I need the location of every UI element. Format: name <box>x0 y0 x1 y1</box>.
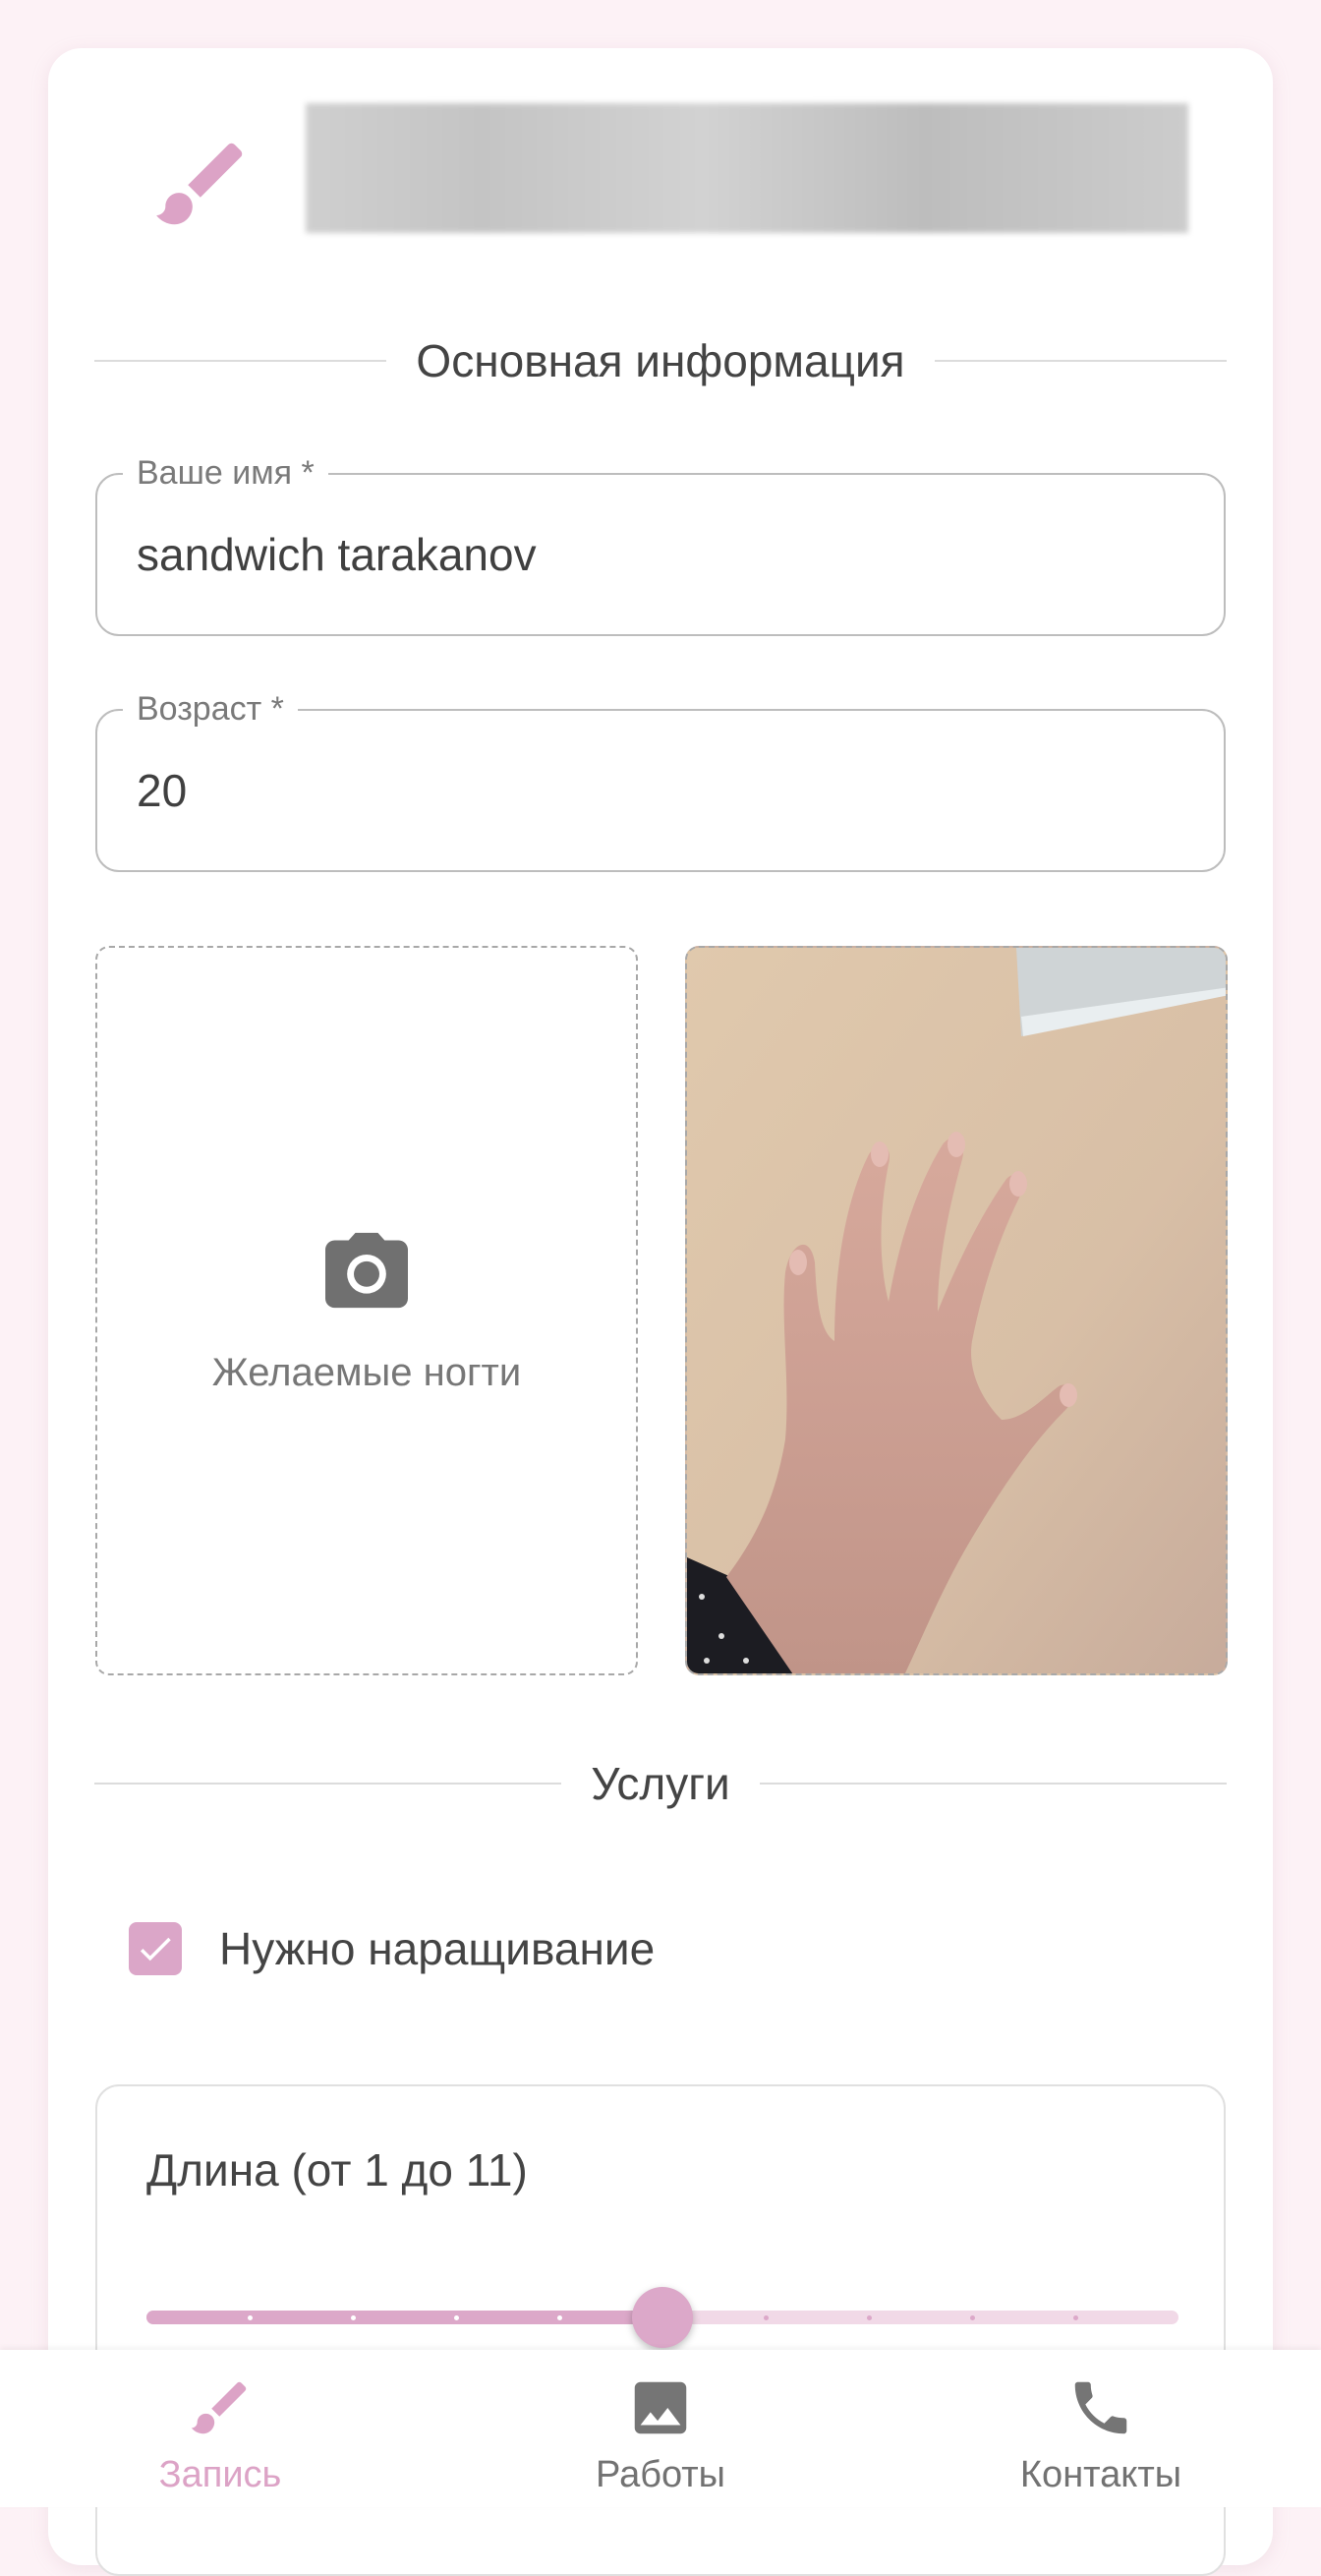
bottom-navigation: Запись Работы Контакты <box>0 2350 1321 2507</box>
blurred-header-title <box>306 103 1188 233</box>
desired-nails-photo-slot[interactable]: Желаемые ногти <box>95 946 638 1675</box>
length-slider-tick <box>764 2315 769 2320</box>
nav-item-contacts-label: Контакты <box>1019 2454 1182 2495</box>
name-field-value[interactable]: sandwich tarakanov <box>137 528 537 581</box>
section-basic-info-title: Основная информация <box>416 335 905 386</box>
section-basic-info: Основная информация <box>94 334 1227 387</box>
age-field[interactable]: Возраст * 20 <box>95 689 1226 872</box>
length-slider-title: Длина (от 1 до 11) <box>146 2144 528 2195</box>
length-slider-thumb[interactable] <box>632 2287 693 2348</box>
extension-checkbox[interactable] <box>129 1922 182 1975</box>
image-icon <box>626 2373 695 2442</box>
age-field-value[interactable]: 20 <box>137 764 187 817</box>
age-field-label: Возраст * <box>123 689 298 729</box>
extension-checkbox-label: Нужно наращивание <box>219 1923 656 1974</box>
phone-icon <box>1066 2373 1135 2442</box>
brush-icon <box>186 2373 255 2442</box>
nav-item-works-label: Работы <box>596 2454 725 2495</box>
desired-nails-caption: Желаемые ногти <box>211 1351 522 1394</box>
extension-checkbox-row[interactable]: Нужно наращивание <box>129 1922 655 1975</box>
nav-item-booking-label: Запись <box>158 2454 282 2495</box>
section-services: Услуги <box>94 1757 1227 1810</box>
length-slider-tick <box>1073 2315 1078 2320</box>
name-field-label: Ваше имя * <box>123 453 328 493</box>
camera-icon <box>321 1229 412 1312</box>
nav-item-booking[interactable]: Запись <box>73 2350 368 2507</box>
length-slider-fill <box>146 2311 662 2324</box>
length-slider-track[interactable] <box>146 2287 1178 2348</box>
length-slider-tick <box>970 2315 975 2320</box>
length-slider-tick <box>557 2315 562 2320</box>
nav-item-contacts[interactable]: Контакты <box>953 2350 1248 2507</box>
hand-photo-slot[interactable] <box>685 946 1228 1675</box>
length-slider-tick <box>248 2315 253 2320</box>
name-field[interactable]: Ваше имя * sandwich tarakanov <box>95 453 1226 636</box>
brush-icon <box>147 130 256 238</box>
length-slider-tick <box>351 2315 356 2320</box>
nav-item-works[interactable]: Работы <box>513 2350 808 2507</box>
length-slider-tick <box>454 2315 459 2320</box>
length-slider-tick <box>867 2315 872 2320</box>
hand-photo <box>687 948 1226 1673</box>
check-icon <box>140 1937 171 1961</box>
section-services-title: Услуги <box>591 1758 730 1809</box>
